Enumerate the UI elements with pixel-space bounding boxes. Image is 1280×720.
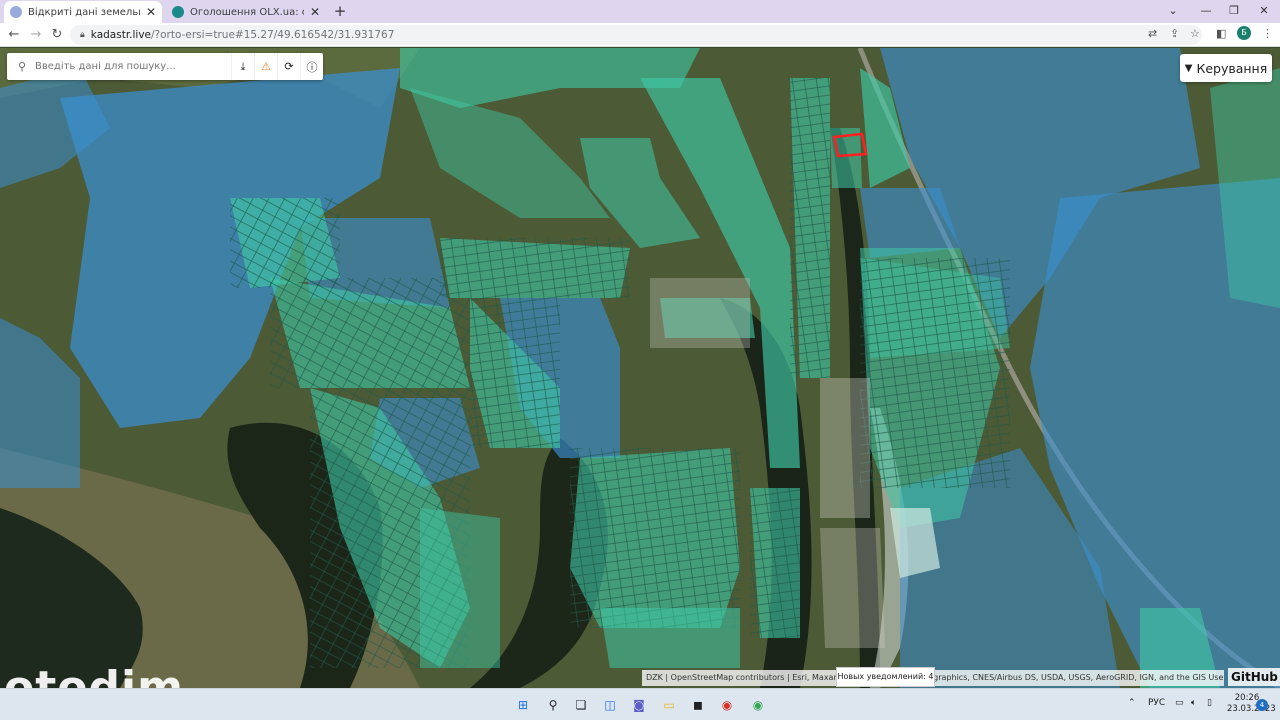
manage-button[interactable]: ▼ Керування: [1180, 54, 1272, 82]
url-path: /?orto-ersi=true#15.27/49.616542/31.9317…: [151, 29, 395, 41]
github-link[interactable]: GitHub: [1228, 668, 1280, 686]
sidebar-icon[interactable]: ◧: [1216, 27, 1226, 40]
windows-taskbar: ⊞ ⚲ ❏ ◫ ◙ ▭ ◼ ◉ ◉ ⌃ РУС ▭ 🔈︎ ▯ 20:26 23.…: [0, 688, 1280, 720]
search-icon: ⚲: [17, 60, 27, 73]
tab-kadastr[interactable]: Відкриті дані земельного кадас ✕: [4, 1, 162, 23]
close-tab-icon[interactable]: ✕: [310, 5, 320, 19]
translate-icon[interactable]: ⇄: [1148, 27, 1157, 40]
notification-badge[interactable]: 4: [1256, 699, 1268, 711]
menu-dots-icon[interactable]: ⋮: [1262, 27, 1273, 40]
widgets-icon[interactable]: ◫: [600, 695, 620, 715]
tab-search-chevron-icon[interactable]: ⌄: [1163, 2, 1183, 20]
tab-title: Відкриті дані земельного кадас: [28, 6, 140, 18]
satellite-map-canvas[interactable]: [0, 48, 1280, 688]
tab-title: Оголошення OLX.ua: сервіс ого: [190, 6, 304, 18]
search-panel: ⚲ ⤓ ⚠ ⟳ ⓘ: [7, 53, 323, 80]
minimize-icon[interactable]: —: [1196, 2, 1216, 20]
info-icon[interactable]: ⓘ: [300, 53, 323, 80]
download-icon[interactable]: ⤓: [231, 53, 254, 80]
url-host: kadastr.live: [90, 29, 152, 41]
battery-icon[interactable]: ▯: [1207, 698, 1212, 708]
address-bar[interactable]: 🔒︎ kadastr.live/?orto-ersi=true#15.27/49…: [70, 25, 1202, 45]
kadastr-favicon: [10, 6, 22, 18]
tray-chevron-icon[interactable]: ⌃: [1128, 698, 1136, 708]
task-view-icon[interactable]: ❏: [571, 695, 591, 715]
forward-arrow-icon[interactable]: →: [27, 26, 45, 44]
browser-tab-strip: Відкриті дані земельного кадас ✕ Оголоше…: [0, 0, 1280, 23]
search-input[interactable]: [35, 56, 225, 77]
warning-icon[interactable]: ⚠: [254, 53, 277, 80]
manage-button-label: Керування: [1196, 60, 1268, 76]
profile-avatar[interactable]: Б: [1237, 26, 1251, 40]
search-icon[interactable]: ⚲: [543, 695, 563, 715]
volume-icon[interactable]: 🔈︎: [1191, 698, 1196, 708]
store-icon[interactable]: ◼: [688, 695, 708, 715]
notification-tooltip: Новых уведомлений: 4: [836, 667, 935, 687]
new-tab-plus-icon[interactable]: +: [330, 2, 350, 20]
window-close-icon[interactable]: ✕: [1254, 2, 1274, 20]
tab-olx[interactable]: Оголошення OLX.ua: сервіс ого ✕: [166, 1, 326, 23]
watermark-logo: otodim: [4, 662, 184, 689]
refresh-icon[interactable]: ⟳: [277, 53, 300, 80]
share-icon[interactable]: ⇪: [1170, 27, 1179, 40]
back-arrow-icon[interactable]: ←: [5, 26, 23, 44]
lock-icon: 🔒︎: [80, 30, 85, 40]
maximize-icon[interactable]: ❐: [1224, 2, 1244, 20]
close-tab-icon[interactable]: ✕: [146, 5, 156, 19]
chrome-icon[interactable]: ◉: [717, 695, 737, 715]
browser-toolbar: ← → ↻ 🔒︎ kadastr.live/?orto-ersi=true#15…: [0, 23, 1280, 47]
language-indicator[interactable]: РУС: [1148, 698, 1165, 708]
chrome-profile-icon[interactable]: ◉: [748, 695, 768, 715]
teams-chat-icon[interactable]: ◙: [629, 695, 649, 715]
cadastral-map[interactable]: ⚲ ⤓ ⚠ ⟳ ⓘ ▼ Керування otodim DZK | OpenS…: [0, 48, 1280, 688]
file-explorer-icon[interactable]: ▭: [659, 695, 679, 715]
network-icon[interactable]: ▭: [1175, 698, 1184, 708]
reload-icon[interactable]: ↻: [48, 26, 66, 44]
start-icon[interactable]: ⊞: [513, 695, 533, 715]
filter-icon: ▼: [1184, 62, 1193, 74]
bookmark-star-icon[interactable]: ☆: [1190, 27, 1200, 40]
olx-favicon: [172, 6, 184, 18]
